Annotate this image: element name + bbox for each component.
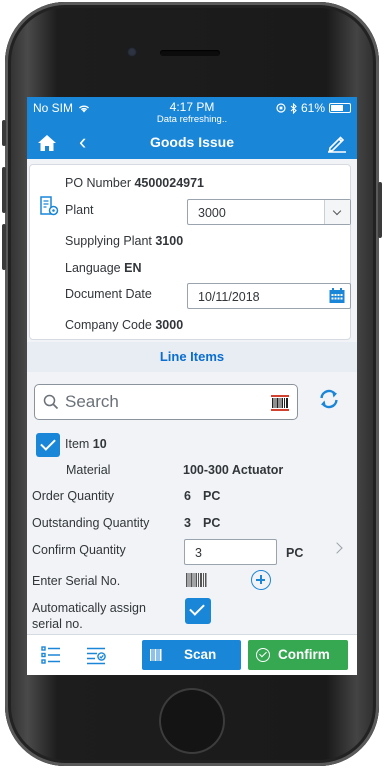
bluetooth-icon: [290, 102, 297, 114]
order-quantity-value: 6: [184, 489, 191, 503]
home-button[interactable]: [159, 688, 225, 754]
search-icon: [43, 394, 59, 410]
barcode-scan-icon[interactable]: [271, 395, 289, 411]
page-title: Goods Issue: [149, 134, 235, 150]
confirm-quantity-value: 3: [195, 546, 202, 560]
barcode-icon: [150, 649, 162, 661]
earpiece-speaker: [160, 50, 220, 56]
chevron-right-icon[interactable]: [331, 542, 343, 554]
nav-bar: ‹ Goods Issue: [27, 127, 357, 159]
item-label: Item: [65, 437, 90, 451]
document-settings-icon: [40, 196, 59, 216]
language-label: Language: [65, 261, 121, 275]
add-serial-button[interactable]: [251, 570, 271, 590]
status-bar: No SIM 4:17 PM Data refreshing.. 61%: [27, 97, 357, 127]
document-date-label: Document Date: [65, 287, 152, 301]
po-header-card: PO Number 4500024971 Plant 3000 Supplyin…: [29, 164, 351, 340]
auto-serial-label-line1: Automatically assign: [32, 601, 146, 615]
status-right-group: 61%: [276, 101, 351, 115]
language-value: EN: [124, 261, 142, 275]
calendar-icon[interactable]: [328, 287, 346, 305]
plant-select[interactable]: 3000: [187, 199, 351, 225]
plant-label: Plant: [65, 203, 94, 217]
battery-percent: 61%: [300, 101, 325, 115]
checklist-icon[interactable]: [85, 644, 107, 666]
confirm-quantity-input[interactable]: 3: [184, 539, 277, 565]
material-label: Material: [66, 463, 111, 477]
plant-select-value: 3000: [198, 206, 226, 220]
language-row: Language EN: [65, 261, 141, 275]
serial-barcode-icon[interactable]: [185, 571, 209, 589]
scan-button[interactable]: Scan: [142, 640, 241, 670]
front-camera: [127, 47, 137, 57]
supplying-plant-label: Supplying Plant: [65, 234, 152, 248]
footer-toolbar: Scan Confirm: [27, 634, 357, 675]
company-code-label: Company Code: [65, 318, 152, 332]
refresh-icon[interactable]: [317, 387, 341, 411]
confirm-button[interactable]: Confirm: [248, 640, 348, 670]
confirm-quantity-unit: PC: [286, 546, 304, 560]
document-date-picker[interactable]: 10/11/2018: [187, 283, 351, 309]
search-placeholder: Search: [65, 392, 119, 411]
supplying-plant-value: 3100: [155, 234, 184, 248]
power-button: [378, 182, 382, 238]
document-date-value: 10/11/2018: [198, 290, 260, 304]
chevron-down-icon[interactable]: [324, 200, 350, 224]
auto-serial-checkbox[interactable]: [185, 598, 211, 624]
outstanding-quantity-value: 3: [184, 516, 191, 530]
po-number-label: PO Number: [65, 176, 131, 190]
list-icon[interactable]: [40, 644, 62, 666]
item-select-checkbox[interactable]: [36, 433, 60, 457]
confirm-button-label: Confirm: [278, 647, 330, 662]
order-quantity-unit: PC: [203, 489, 221, 503]
outstanding-quantity-unit: PC: [203, 516, 221, 530]
supplying-plant-row: Supplying Plant 3100: [65, 234, 183, 248]
auto-serial-label: Automatically assign serial no.: [32, 601, 146, 631]
outstanding-quantity-label: Outstanding Quantity: [32, 516, 150, 530]
item-row: Item 10: [65, 437, 107, 451]
orientation-lock-icon: [276, 103, 286, 113]
check-circle-icon: [256, 648, 270, 662]
line-items-header[interactable]: Line Items: [27, 342, 357, 372]
po-number-row: PO Number 4500024971: [65, 176, 204, 190]
scan-button-label: Scan: [184, 647, 217, 662]
status-refresh-text: Data refreshing..: [156, 114, 228, 125]
order-quantity-label: Order Quantity: [32, 489, 114, 503]
volume-up-button: [2, 167, 6, 213]
edit-icon[interactable]: [326, 132, 348, 154]
battery-icon: [329, 103, 351, 113]
po-number-value: 4500024971: [134, 176, 205, 190]
auto-serial-label-line2: serial no.: [32, 617, 83, 631]
item-number: 10: [92, 437, 107, 451]
volume-down-button: [2, 224, 6, 270]
company-code-row: Company Code 3000: [65, 318, 183, 332]
company-code-value: 3000: [155, 318, 184, 332]
enter-serial-label: Enter Serial No.: [32, 574, 121, 588]
search-input[interactable]: Search: [34, 384, 298, 420]
material-value: 100-300 Actuator: [183, 463, 284, 477]
app-screen: No SIM 4:17 PM Data refreshing.. 61% ‹ G…: [27, 97, 357, 675]
mute-switch: [2, 120, 6, 146]
confirm-quantity-label: Confirm Quantity: [32, 543, 126, 557]
